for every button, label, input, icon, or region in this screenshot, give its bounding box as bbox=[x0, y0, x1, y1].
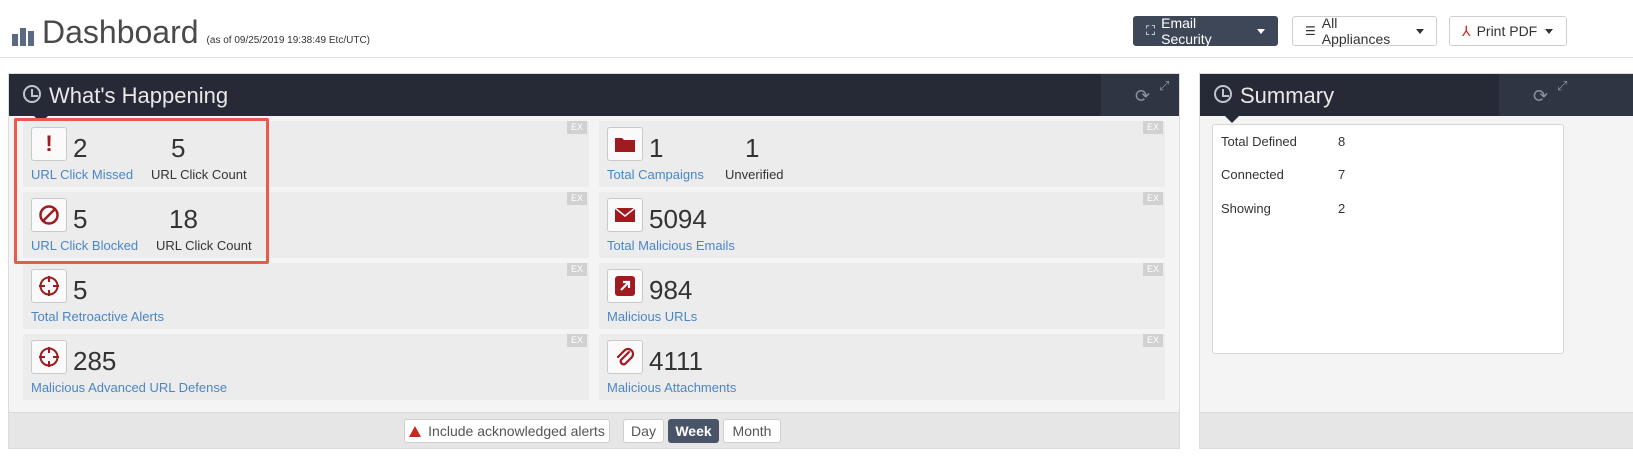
range-month-button[interactable]: Month bbox=[723, 419, 781, 443]
card-malicious-advanced-url-defense[interactable]: 285 Malicious Advanced URL Defense EX bbox=[23, 334, 589, 400]
summary-row-connected: Connected 7 bbox=[1221, 167, 1346, 182]
exclamation-icon: ! bbox=[31, 127, 67, 161]
pdf-icon: ⅄ bbox=[1462, 22, 1471, 39]
summary-list: Total Defined 8 Connected 7 Showing 2 bbox=[1212, 124, 1564, 354]
ex-badge[interactable]: EX bbox=[1143, 121, 1163, 134]
summary-row-total-defined: Total Defined 8 bbox=[1221, 134, 1346, 149]
all-appliances-button[interactable]: ☰ All Appliances bbox=[1292, 15, 1437, 47]
as-of-timestamp: (as of 09/25/2019 19:38:49 Etc/UTC) bbox=[206, 35, 370, 46]
url-click-blocked-label[interactable]: URL Click Blocked bbox=[31, 238, 138, 253]
url-click-blocked-value: 5 bbox=[73, 204, 88, 234]
card-total-retroactive-alerts[interactable]: 5 Total Retroactive Alerts EX bbox=[23, 263, 589, 329]
whats-happening-header: What's Happening ⟳ ⤢ bbox=[9, 74, 1179, 123]
caret-down-icon bbox=[1416, 28, 1424, 34]
email-security-button[interactable]: ⛶ Email Security bbox=[1133, 15, 1278, 47]
folder-icon bbox=[607, 127, 643, 161]
clock-icon bbox=[1214, 85, 1232, 103]
summary-header: Summary ⟳ ⤢ bbox=[1200, 74, 1633, 123]
crosshair-icon bbox=[31, 269, 67, 303]
total-campaigns-label[interactable]: Total Campaigns bbox=[607, 167, 704, 182]
refresh-icon[interactable]: ⟳ bbox=[1135, 86, 1150, 107]
card-total-campaigns[interactable]: 1 Total Campaigns 1 Unverified EX bbox=[599, 121, 1165, 187]
url-click-count-value-2: 18 bbox=[169, 204, 198, 234]
crosshair-icon-svg bbox=[39, 347, 59, 367]
folder-icon-svg bbox=[615, 138, 635, 152]
include-acknowledged-alerts-button[interactable]: Include acknowledged alerts bbox=[404, 419, 610, 443]
unverified-label: Unverified bbox=[725, 167, 784, 182]
total-malicious-emails-label[interactable]: Total Malicious Emails bbox=[607, 238, 735, 253]
page-title: Dashboard (as of 09/25/2019 19:38:49 Etc… bbox=[12, 14, 370, 50]
malicious-urls-label[interactable]: Malicious URLs bbox=[607, 309, 697, 324]
external-link-icon bbox=[607, 269, 643, 303]
total-malicious-emails-value: 5094 bbox=[649, 204, 707, 234]
header-pointer bbox=[1224, 115, 1240, 123]
list-icon: ☰ bbox=[1305, 24, 1316, 38]
blocked-icon bbox=[31, 198, 67, 232]
summary-panel-tools: ⟳ ⤢ bbox=[1499, 74, 1633, 116]
total-retroactive-alerts-value: 5 bbox=[73, 275, 88, 305]
paperclip-icon-svg bbox=[616, 347, 635, 366]
whats-happening-title: What's Happening bbox=[49, 83, 229, 108]
range-day-button[interactable]: Day bbox=[623, 419, 664, 443]
caret-down-icon bbox=[1257, 28, 1265, 34]
card-url-click-blocked[interactable]: 5 URL Click Blocked 18 URL Click Count E… bbox=[23, 192, 589, 258]
summary-title: Summary bbox=[1240, 83, 1335, 108]
card-malicious-urls[interactable]: 984 Malicious URLs EX bbox=[599, 263, 1165, 329]
page-title-text: Dashboard bbox=[42, 14, 199, 50]
malicious-urls-value: 984 bbox=[649, 275, 693, 305]
caret-down-icon bbox=[1545, 28, 1554, 34]
ex-badge[interactable]: EX bbox=[1143, 192, 1163, 205]
range-week-button[interactable]: Week bbox=[668, 419, 719, 443]
malicious-advanced-url-defense-value: 285 bbox=[73, 346, 117, 376]
card-url-click-missed[interactable]: ! 2 URL Click Missed 5 URL Click Count E… bbox=[23, 121, 589, 187]
summary-footer bbox=[1200, 412, 1633, 448]
malicious-attachments-value: 4111 bbox=[649, 346, 703, 376]
url-click-count-label: URL Click Count bbox=[151, 167, 247, 182]
ex-badge[interactable]: EX bbox=[567, 121, 587, 134]
expand-icon[interactable]: ⤢ bbox=[1159, 78, 1169, 94]
paperclip-icon bbox=[607, 340, 643, 374]
whats-happening-footer: Include acknowledged alerts Day Week Mon… bbox=[9, 412, 1179, 448]
blocked-icon-svg bbox=[39, 205, 59, 225]
unverified-value: 1 bbox=[745, 133, 760, 163]
sitemap-icon: ⛶ bbox=[1146, 23, 1156, 38]
warning-icon bbox=[409, 425, 422, 437]
url-click-missed-value: 2 bbox=[73, 133, 88, 163]
envelope-icon-svg bbox=[615, 208, 635, 222]
refresh-icon[interactable]: ⟳ bbox=[1533, 86, 1548, 107]
card-total-malicious-emails[interactable]: 5094 Total Malicious Emails EX bbox=[599, 192, 1165, 258]
expand-icon[interactable]: ⤢ bbox=[1557, 78, 1567, 94]
crosshair-icon-svg bbox=[39, 276, 59, 296]
page-header: Dashboard (as of 09/25/2019 19:38:49 Etc… bbox=[0, 0, 1633, 58]
bar-chart-icon bbox=[12, 22, 34, 46]
ex-badge[interactable]: EX bbox=[567, 192, 587, 205]
total-retroactive-alerts-label[interactable]: Total Retroactive Alerts bbox=[31, 309, 164, 324]
summary-panel: Summary ⟳ ⤢ Total Defined 8 Connected 7 … bbox=[1199, 73, 1633, 449]
card-malicious-attachments[interactable]: 4111 Malicious Attachments EX bbox=[599, 334, 1165, 400]
url-click-count-value: 5 bbox=[171, 133, 186, 163]
ex-badge[interactable]: EX bbox=[567, 334, 587, 347]
clock-icon bbox=[23, 85, 41, 103]
whats-happening-panel: What's Happening ⟳ ⤢ ! 2 URL Click Misse… bbox=[8, 73, 1180, 449]
url-click-missed-label[interactable]: URL Click Missed bbox=[31, 167, 133, 182]
envelope-icon bbox=[607, 198, 643, 232]
url-click-count-label-2: URL Click Count bbox=[156, 238, 252, 253]
ex-badge[interactable]: EX bbox=[1143, 263, 1163, 276]
malicious-advanced-url-defense-label[interactable]: Malicious Advanced URL Defense bbox=[31, 380, 227, 395]
ex-badge[interactable]: EX bbox=[1143, 334, 1163, 347]
summary-row-showing: Showing 2 bbox=[1221, 201, 1346, 216]
crosshair-icon bbox=[31, 340, 67, 374]
panel-tools: ⟳ ⤢ bbox=[1101, 74, 1179, 116]
total-campaigns-value: 1 bbox=[649, 133, 664, 163]
external-link-icon-svg bbox=[615, 276, 635, 296]
print-pdf-button[interactable]: ⅄ Print PDF bbox=[1449, 16, 1567, 46]
ex-badge[interactable]: EX bbox=[567, 263, 587, 276]
malicious-attachments-label[interactable]: Malicious Attachments bbox=[607, 380, 736, 395]
